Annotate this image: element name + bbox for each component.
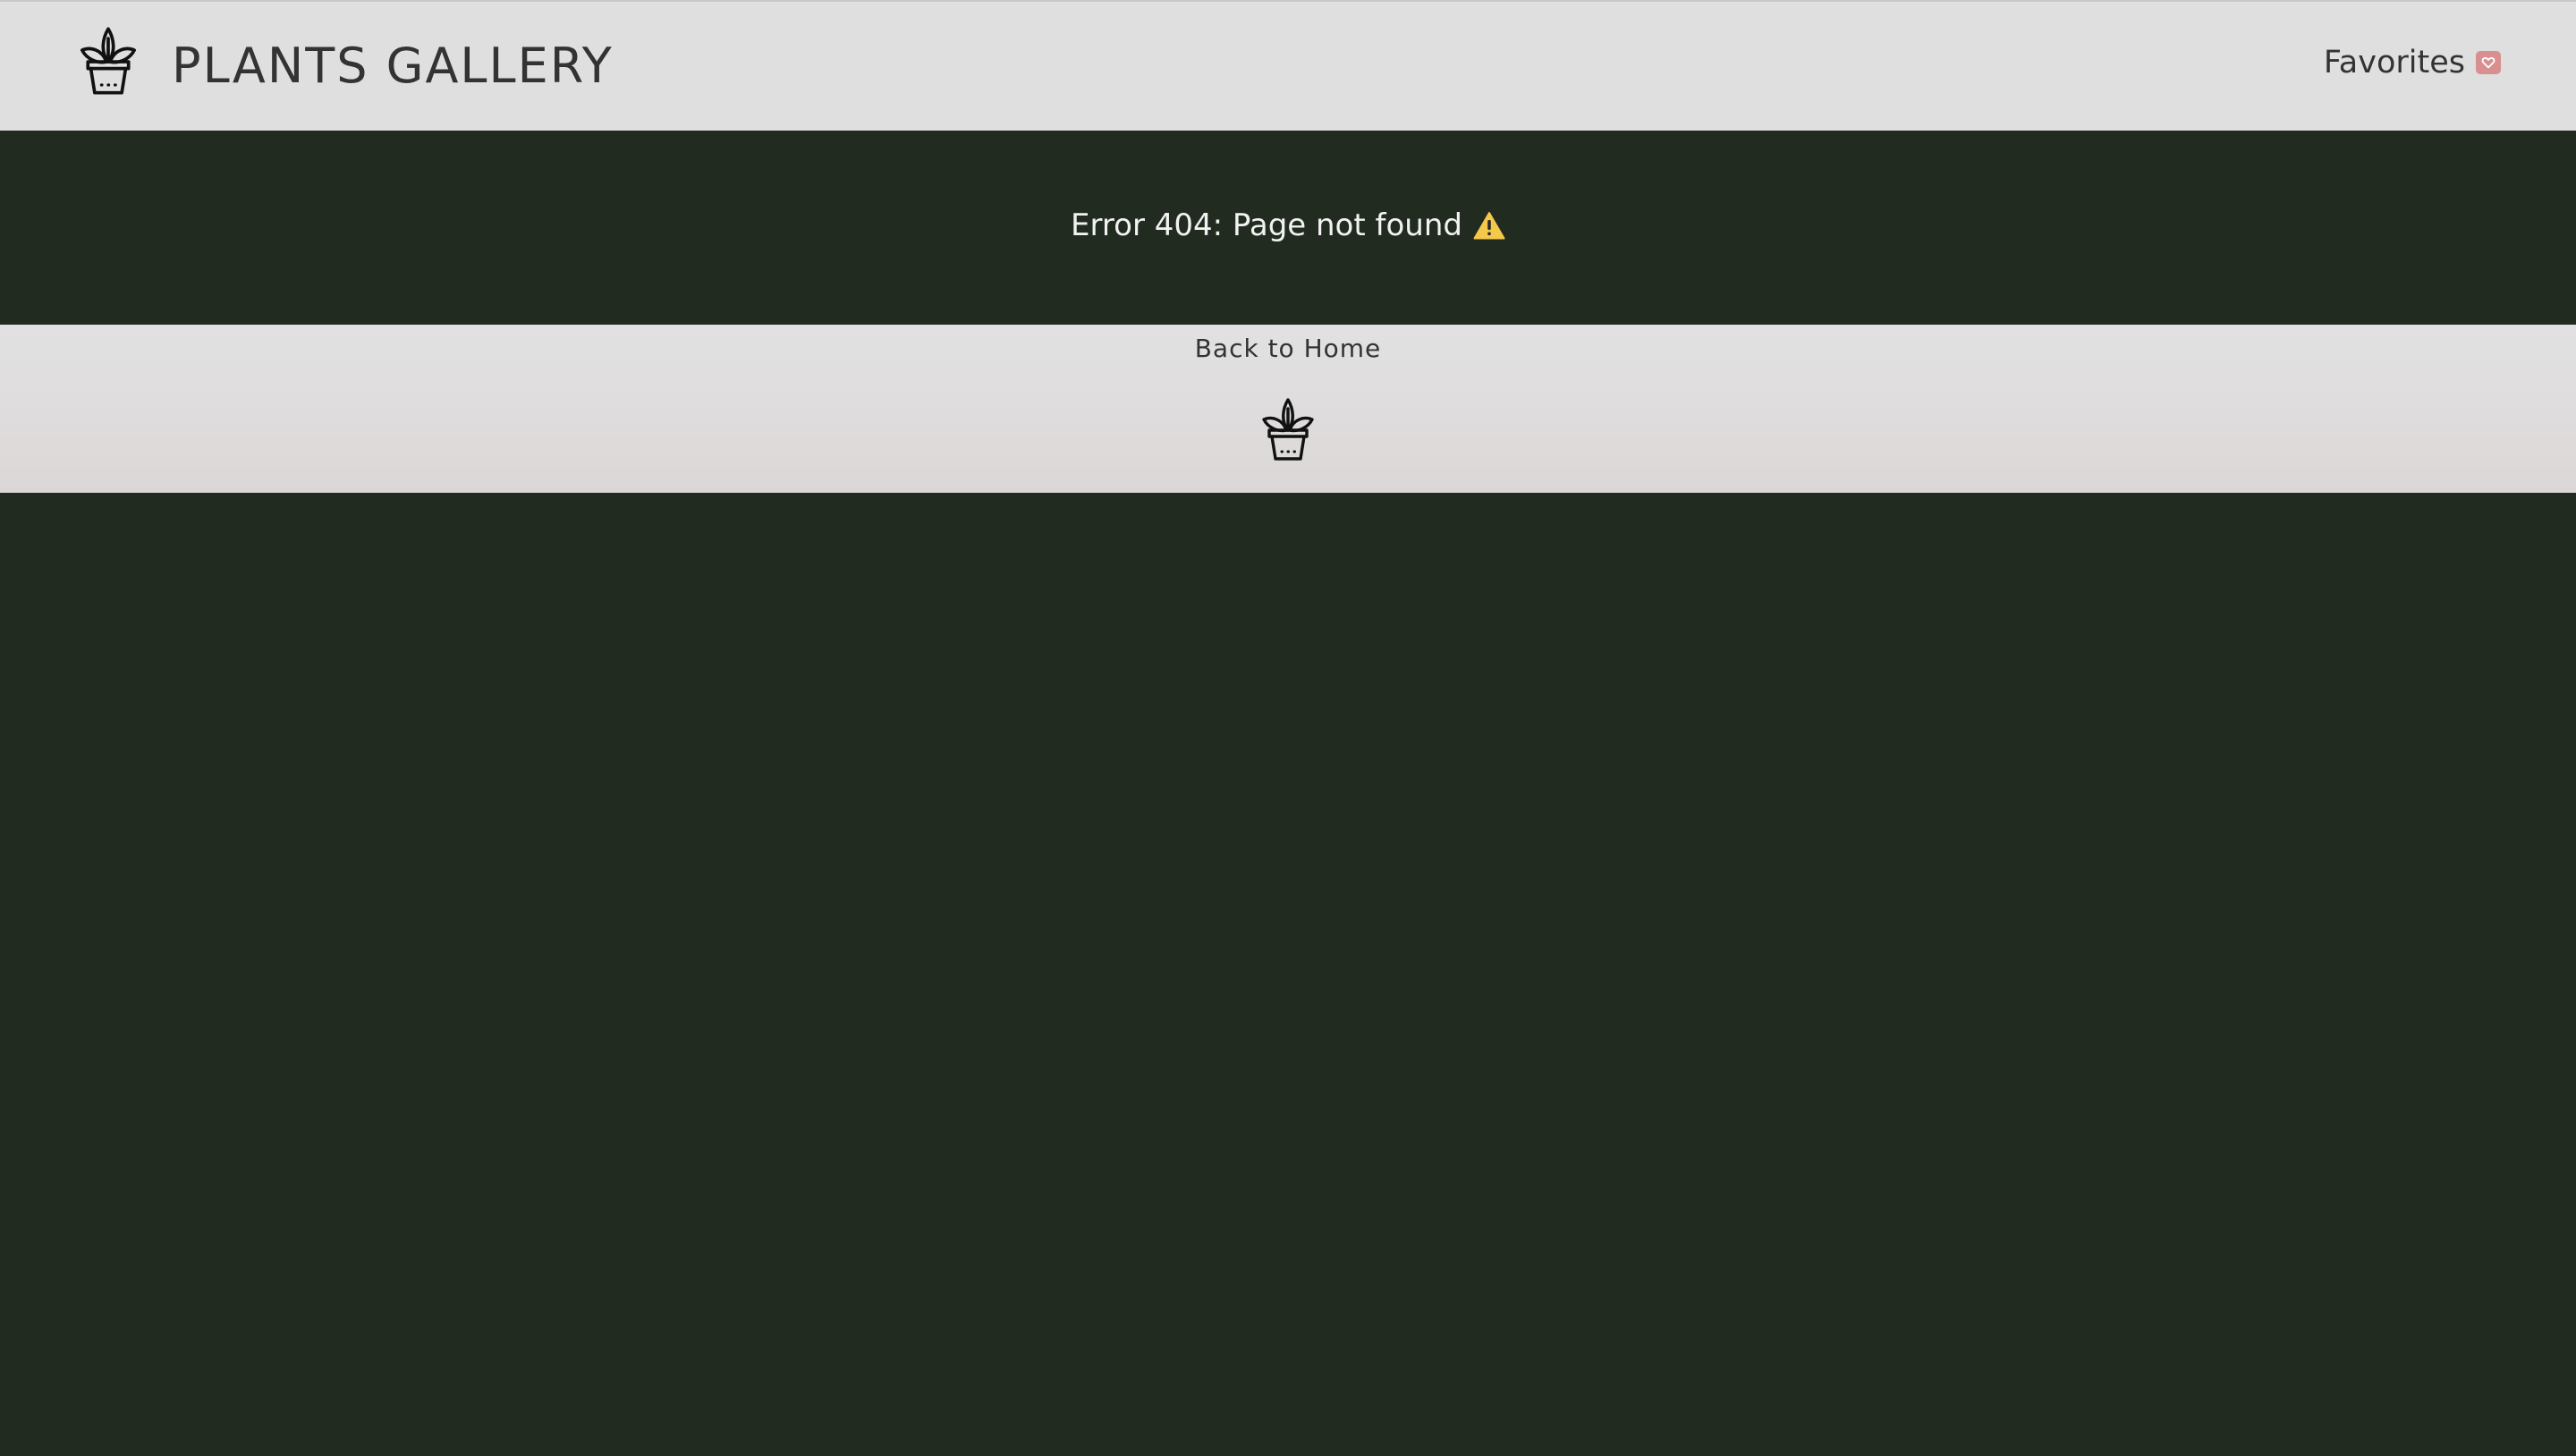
potted-plant-icon — [1262, 398, 1314, 461]
error-message-row: Error 404: Page not found — [0, 207, 2576, 243]
site-footer: Back to Home — [0, 325, 2576, 493]
warning-icon — [1473, 212, 1505, 240]
back-to-home-link[interactable]: Back to Home — [0, 334, 2576, 363]
error-section: Error 404: Page not found — [0, 131, 2576, 325]
heart-icon — [2481, 57, 2496, 69]
favorites-link[interactable]: Favorites — [2324, 45, 2501, 80]
site-header: PLANTS GALLERY Favorites — [0, 0, 2576, 131]
favorites-label: Favorites — [2323, 45, 2465, 80]
brand-home-link[interactable]: PLANTS GALLERY — [79, 25, 614, 97]
heart-badge — [2476, 51, 2501, 74]
error-message: Error 404: Page not found — [1071, 207, 1462, 243]
brand-title: PLANTS GALLERY — [172, 37, 614, 94]
potted-plant-icon — [80, 27, 137, 95]
